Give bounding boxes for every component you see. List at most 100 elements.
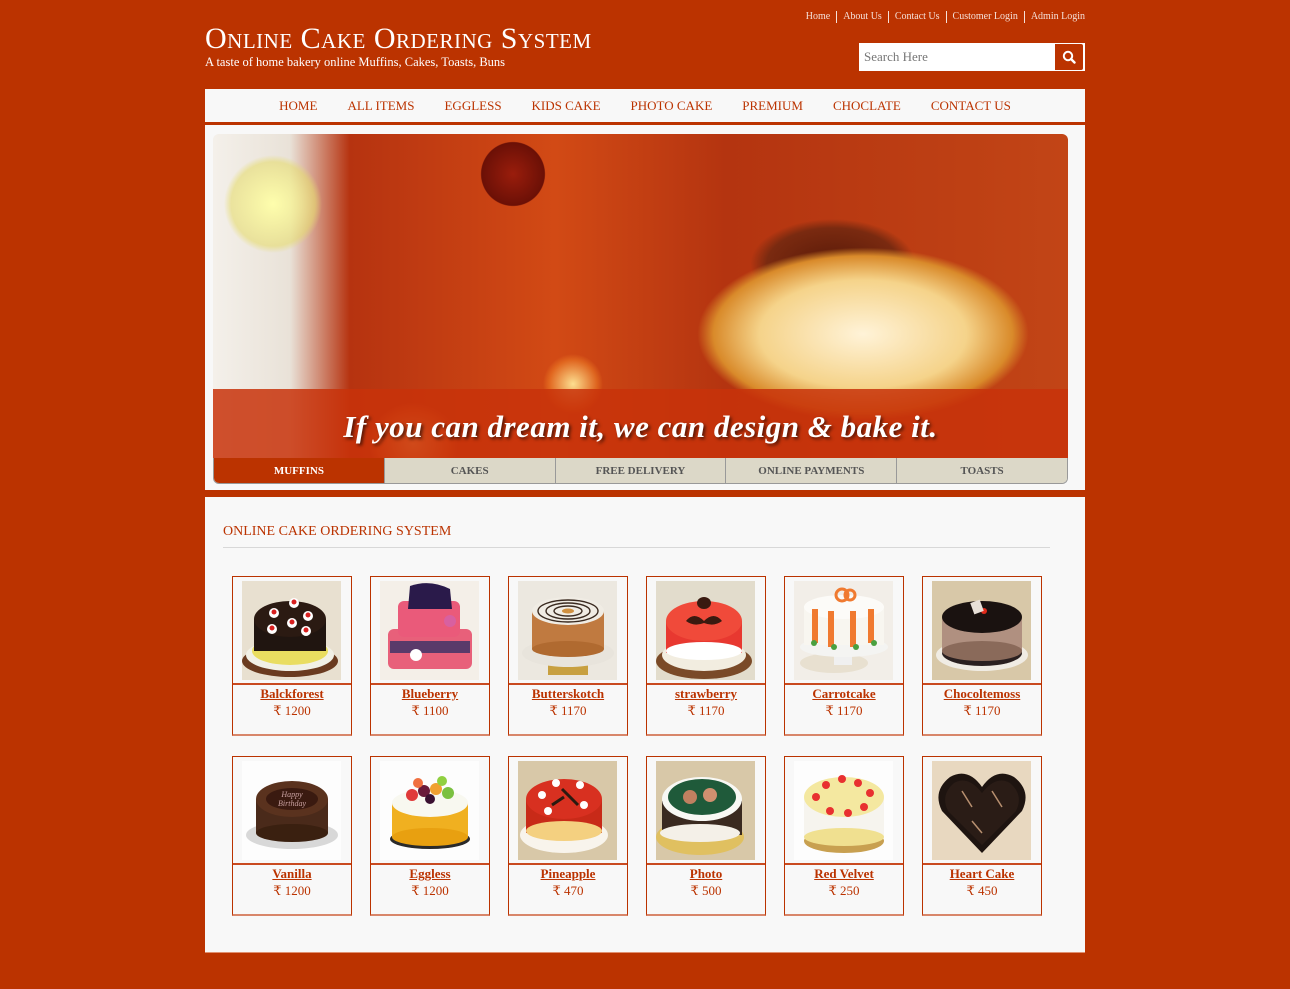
- product-price: ₹ 1170: [687, 703, 725, 718]
- product-name-link[interactable]: Blueberry: [371, 686, 489, 702]
- product-price: ₹ 1170: [549, 703, 587, 718]
- products-section: ONLINE CAKE ORDERING SYSTEM Balckforest …: [205, 497, 1085, 953]
- product-image[interactable]: [656, 761, 755, 860]
- fruit-cake-icon: [380, 761, 479, 860]
- product-price: ₹ 1170: [825, 703, 863, 718]
- nav-home[interactable]: HOME: [264, 89, 332, 122]
- banner-caption: If you can dream it, we can design & bak…: [343, 409, 938, 444]
- product-name-link[interactable]: Pineapple: [509, 866, 627, 882]
- product-name-link[interactable]: Heart Cake: [923, 866, 1041, 882]
- card-divider: [647, 863, 765, 865]
- svg-text:Happy: Happy: [280, 790, 303, 799]
- product-image[interactable]: [932, 581, 1031, 680]
- card-divider: [509, 863, 627, 865]
- search-button[interactable]: [1055, 43, 1084, 71]
- product-name-link[interactable]: Butterskotch: [509, 686, 627, 702]
- section-title: ONLINE CAKE ORDERING SYSTEM: [223, 524, 452, 539]
- product-image[interactable]: [656, 581, 755, 680]
- product-card[interactable]: Eggless ₹ 1200: [370, 756, 490, 916]
- product-name-link[interactable]: Carrotcake: [785, 686, 903, 702]
- top-links: Home About Us Contact Us Customer Login …: [800, 11, 1085, 23]
- product-price: ₹ 1200: [411, 883, 449, 898]
- product-card[interactable]: Heart Cake ₹ 450: [922, 756, 1042, 916]
- tab-online-payments[interactable]: ONLINE PAYMENTS: [725, 458, 897, 483]
- nav-kids-cake[interactable]: KIDS CAKE: [517, 89, 616, 122]
- product-price: ₹ 1170: [963, 703, 1001, 718]
- product-card[interactable]: Red Velvet ₹ 250: [784, 756, 904, 916]
- main-nav: HOME ALL ITEMS EGGLESS KIDS CAKE PHOTO C…: [205, 89, 1085, 122]
- pink-tiered-cake-icon: [380, 581, 479, 680]
- product-price: ₹ 500: [690, 883, 722, 898]
- product-grid: Balckforest ₹ 1200 Blueberry ₹ 1100 Butt…: [232, 576, 1042, 916]
- nav-contact-us[interactable]: CONTACT US: [916, 89, 1026, 122]
- product-name-link[interactable]: Vanilla: [233, 866, 351, 882]
- product-card[interactable]: strawberry ₹ 1170: [646, 576, 766, 736]
- product-card[interactable]: Butterskotch ₹ 1170: [508, 576, 628, 736]
- product-card[interactable]: Chocoltemoss ₹ 1170: [922, 576, 1042, 736]
- card-divider: [233, 863, 351, 865]
- product-name-link[interactable]: Photo: [647, 866, 765, 882]
- nav-eggless[interactable]: EGGLESS: [429, 89, 516, 122]
- tab-muffins[interactable]: MUFFINS: [214, 458, 384, 483]
- product-name-link[interactable]: strawberry: [647, 686, 765, 702]
- tab-toasts[interactable]: TOASTS: [896, 458, 1067, 483]
- product-price: ₹ 450: [966, 883, 998, 898]
- photo-cake-icon: [656, 761, 755, 860]
- tab-free-delivery[interactable]: FREE DELIVERY: [554, 458, 726, 483]
- carrot-cake-icon: [794, 581, 893, 680]
- card-divider: [371, 863, 489, 865]
- card-divider: [371, 683, 489, 685]
- top-link-about-us[interactable]: About Us: [836, 11, 888, 23]
- pineapple-cherry-cake-icon: [794, 761, 893, 860]
- product-name-link[interactable]: Balckforest: [233, 686, 351, 702]
- svg-text:Birthday: Birthday: [278, 799, 306, 808]
- nav-all-items[interactable]: ALL ITEMS: [332, 89, 429, 122]
- heart-chocolate-cake-icon: [932, 761, 1031, 860]
- product-card[interactable]: Photo ₹ 500: [646, 756, 766, 916]
- product-card[interactable]: Balckforest ₹ 1200: [232, 576, 352, 736]
- product-name-link[interactable]: Red Velvet: [785, 866, 903, 882]
- product-card[interactable]: Carrotcake ₹ 1170: [784, 576, 904, 736]
- black-forest-cake-icon: [242, 581, 341, 680]
- card-divider: [509, 683, 627, 685]
- slider-tabs: MUFFINS CAKES FREE DELIVERY ONLINE PAYME…: [213, 458, 1068, 484]
- happy-birthday-chocolate-cake-icon: HappyBirthday: [242, 761, 341, 860]
- strawberry-cake-icon: [656, 581, 755, 680]
- top-link-contact-us[interactable]: Contact Us: [887, 11, 946, 23]
- top-link-customer-login[interactable]: Customer Login: [945, 11, 1024, 23]
- site-logo[interactable]: Online Cake Ordering System A taste of h…: [205, 22, 592, 68]
- slider-panel: If you can dream it, we can design & bak…: [205, 125, 1085, 490]
- nav-choclate[interactable]: CHOCLATE: [818, 89, 916, 122]
- card-divider: [233, 683, 351, 685]
- section-divider: [223, 547, 1050, 548]
- product-image[interactable]: [794, 761, 893, 860]
- search-icon: [1062, 50, 1076, 64]
- product-image[interactable]: [518, 761, 617, 860]
- product-image[interactable]: [380, 581, 479, 680]
- product-image[interactable]: [518, 581, 617, 680]
- nav-premium[interactable]: PREMIUM: [727, 89, 818, 122]
- product-image[interactable]: [242, 581, 341, 680]
- card-divider: [785, 863, 903, 865]
- card-divider: [923, 683, 1041, 685]
- product-price: ₹ 1100: [411, 703, 449, 718]
- card-divider: [785, 683, 903, 685]
- product-price: ₹ 470: [552, 883, 584, 898]
- product-name-link[interactable]: Chocoltemoss: [923, 686, 1041, 702]
- product-image[interactable]: [794, 581, 893, 680]
- product-image[interactable]: Happy Birthday: [242, 761, 341, 860]
- product-card[interactable]: Blueberry ₹ 1100: [370, 576, 490, 736]
- product-image[interactable]: [932, 761, 1031, 860]
- search-form: [859, 43, 1085, 71]
- product-name-link[interactable]: Eggless: [371, 866, 489, 882]
- search-input[interactable]: [859, 43, 1055, 71]
- top-link-home[interactable]: Home: [800, 11, 836, 23]
- product-card[interactable]: Happy Birthday Vanilla ₹ 1200: [232, 756, 352, 916]
- product-card[interactable]: Pineapple ₹ 470: [508, 756, 628, 916]
- product-image[interactable]: [380, 761, 479, 860]
- banner-image: If you can dream it, we can design & bak…: [213, 134, 1068, 459]
- tab-cakes[interactable]: CAKES: [383, 458, 555, 483]
- nav-photo-cake[interactable]: PHOTO CAKE: [616, 89, 728, 122]
- product-price: ₹ 1200: [273, 883, 311, 898]
- top-link-admin-login[interactable]: Admin Login: [1023, 11, 1085, 23]
